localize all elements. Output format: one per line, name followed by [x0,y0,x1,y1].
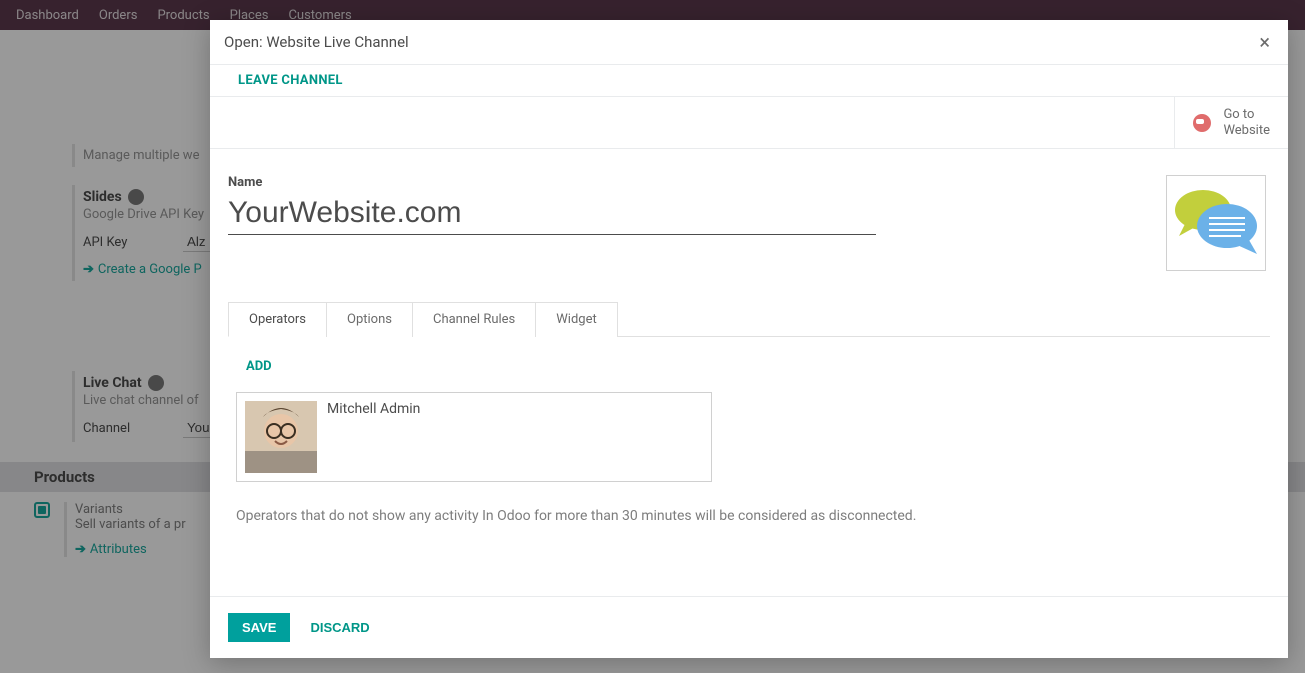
save-button[interactable]: SAVE [228,613,290,642]
modal-title: Open: Website Live Channel [224,33,409,51]
tab-operators[interactable]: Operators [228,302,327,337]
tab-options[interactable]: Options [326,302,413,337]
name-label: Name [228,175,1126,190]
tabs: Operators Options Channel Rules Widget [228,301,1270,337]
go-to-website-button[interactable]: Go to Website [1174,97,1288,148]
tab-widget[interactable]: Widget [535,302,617,337]
discard-button[interactable]: DISCARD [310,620,369,635]
channel-image[interactable] [1166,175,1266,271]
go-website-line1: Go to [1223,107,1270,123]
operator-card[interactable]: Mitchell Admin [236,392,712,482]
close-icon[interactable]: × [1255,30,1274,54]
go-website-bar: Go to Website [210,97,1288,149]
chat-bubbles-icon [1173,182,1259,264]
operators-helper-text: Operators that do not show any activity … [236,508,1262,524]
modal-open-website-live-channel: Open: Website Live Channel × LEAVE CHANN… [210,20,1288,658]
modal-footer: SAVE DISCARD [210,596,1288,658]
tab-channel-rules[interactable]: Channel Rules [412,302,536,337]
name-input[interactable] [228,196,876,235]
modal-header: Open: Website Live Channel × [210,20,1288,65]
leave-channel-button[interactable]: LEAVE CHANNEL [238,73,343,88]
add-operator-button[interactable]: ADD [246,359,272,374]
globe-icon [1193,114,1211,132]
operator-avatar [245,401,317,473]
leave-bar: LEAVE CHANNEL [210,65,1288,97]
go-website-line2: Website [1223,123,1270,139]
operator-name: Mitchell Admin [327,401,420,417]
